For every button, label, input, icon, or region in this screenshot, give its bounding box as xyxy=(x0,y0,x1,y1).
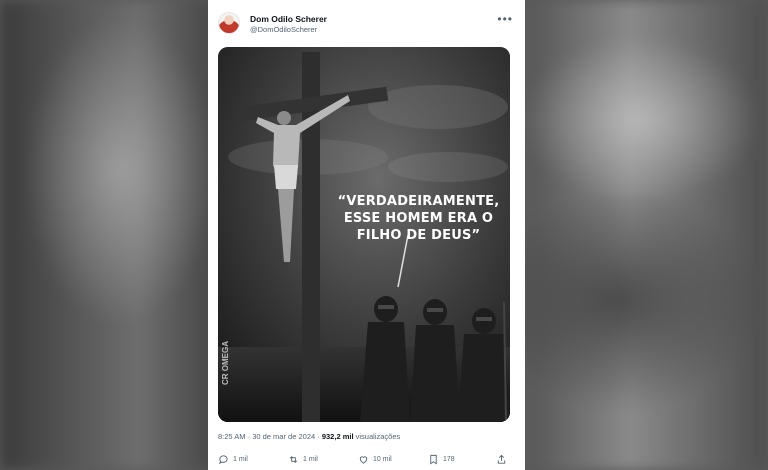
bookmark-count: 178 xyxy=(443,456,455,463)
reply-count: 1 mil xyxy=(233,456,248,463)
share-icon xyxy=(497,454,506,464)
more-icon[interactable]: ••• xyxy=(497,12,513,26)
tweet-card: Dom Odilo Scherer @DomOdiloScherer ••• “… xyxy=(208,0,525,470)
like-button[interactable]: 10 mil xyxy=(358,454,392,465)
author-name[interactable]: Dom Odilo Scherer xyxy=(250,14,327,24)
reply-button[interactable]: 1 mil xyxy=(218,454,248,465)
repost-count: 1 mil xyxy=(303,456,318,463)
bookmark-button[interactable]: 178 xyxy=(428,454,455,465)
repost-icon xyxy=(289,456,298,463)
tweet-meta: 8:25 AM · 30 de mar de 2024 · 932,2 mil … xyxy=(218,432,401,441)
repost-button[interactable]: 1 mil xyxy=(288,454,318,465)
tweet-header: Dom Odilo Scherer @DomOdiloScherer ••• xyxy=(218,12,515,38)
image-quote-text: “VERDADEIRAMENTE, ESSE HOMEM ERA O FILHO… xyxy=(337,194,500,243)
views-label: visualizações xyxy=(355,432,401,441)
author-handle[interactable]: @DomOdiloScherer xyxy=(250,25,317,34)
heart-icon xyxy=(359,456,368,464)
post-time[interactable]: 8:25 AM xyxy=(218,432,246,441)
action-bar: 1 mil 1 mil 10 mil 178 xyxy=(218,454,515,468)
avatar[interactable] xyxy=(218,12,240,34)
share-button[interactable] xyxy=(496,454,507,465)
tweet-image[interactable]: “VERDADEIRAMENTE, ESSE HOMEM ERA O FILHO… xyxy=(218,47,510,422)
image-watermark: CR OMEGA xyxy=(221,341,230,385)
bookmark-icon xyxy=(430,454,437,465)
like-count: 10 mil xyxy=(373,456,392,463)
reply-icon xyxy=(218,455,228,465)
views-count: 932,2 mil xyxy=(321,432,354,441)
post-date[interactable]: 30 de mar de 2024 xyxy=(252,432,315,441)
